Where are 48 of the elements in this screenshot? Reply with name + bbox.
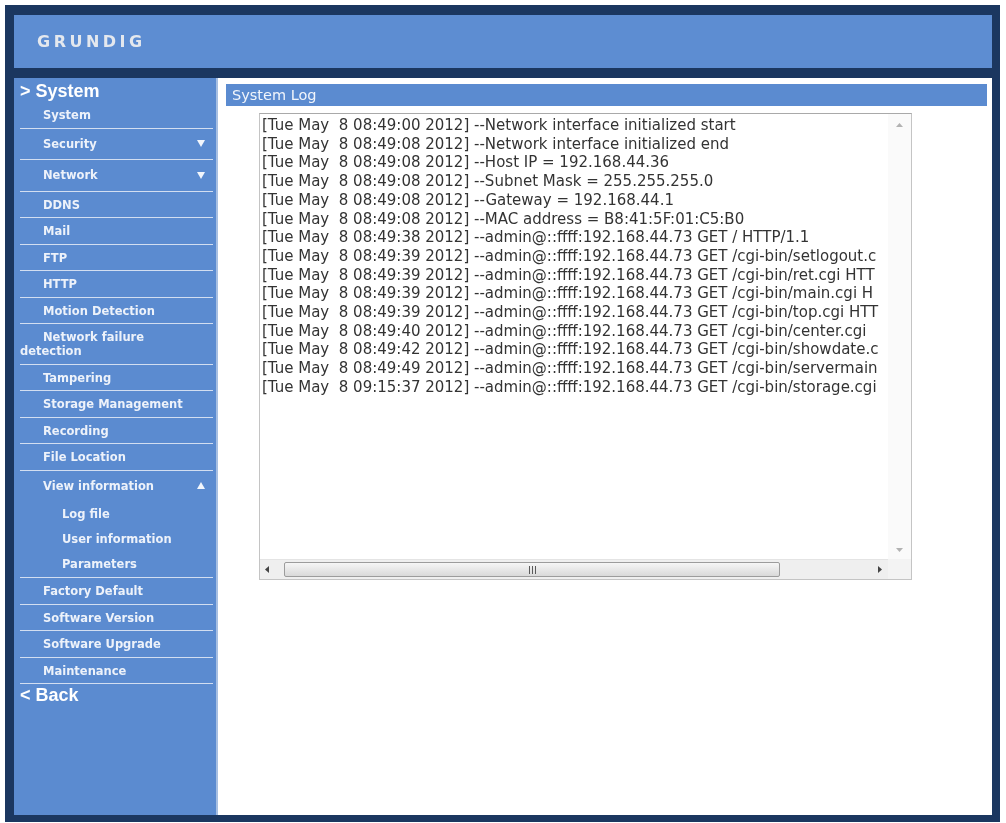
sidebar-item[interactable]: FTP — [20, 244, 213, 270]
sidebar-item[interactable]: Network — [20, 160, 213, 191]
sidebar-subitem[interactable]: User information — [20, 526, 213, 551]
sidebar-item[interactable]: Factory Default — [20, 578, 213, 604]
log-entry: [Tue May 8 08:49:08 2012] --Subnet Mask = 255.255.255.0 — [262, 172, 715, 191]
sidebar-item[interactable]: System — [20, 102, 213, 128]
vertical-scrollbar[interactable] — [888, 114, 911, 559]
sidebar-item[interactable]: Storage Management — [20, 391, 213, 417]
caret-down-icon[interactable] — [896, 548, 903, 552]
caret-right-icon[interactable] — [878, 566, 882, 573]
sidebar-item[interactable]: File Location — [20, 444, 213, 470]
log-entry: [Tue May 8 08:49:39 2012] --admin@::ffff:192.168.44.73 GET /cgi-bin/setlogout.c — [262, 246, 878, 266]
grip-icon — [528, 565, 536, 574]
sidebar-subitem[interactable]: Log file — [20, 501, 213, 526]
log-entry: [Tue May 8 08:49:39 2012] --admin@::ffff:192.168.44.73 GET /cgi-bin/top.cgi HTT — [262, 303, 880, 322]
sidebar-item[interactable]: Motion Detection — [20, 297, 213, 323]
sidebar-item[interactable]: Network failure detection — [20, 324, 213, 364]
log-entry: [Tue May 8 08:49:49 2012] --admin@::ffff:192.168.44.73 GET /cgi-bin/servermain — [262, 359, 879, 378]
panel-title: System Log — [226, 84, 987, 106]
caret-left-icon[interactable] — [265, 566, 269, 573]
sidebar-item[interactable]: View information — [20, 470, 213, 501]
sidebar-item[interactable]: Recording — [20, 417, 213, 443]
sidebar-item[interactable]: Software Upgrade — [20, 631, 213, 657]
log-entry: [Tue May 8 08:49:39 2012] --admin@::ffff:192.168.44.73 GET /cgi-bin/main.cgi H — [262, 284, 875, 304]
log-entry: [Tue May 8 08:49:08 2012] --Gateway = 192.168.44.1 — [262, 190, 675, 210]
sidebar-subitem[interactable]: Parameters — [20, 551, 213, 576]
log-entry: [Tue May 8 09:15:37 2012] --admin@::ffff:192.168.44.73 GET /cgi-bin/storage.cgi — [262, 377, 878, 397]
sidebar-item[interactable]: DDNS — [20, 191, 213, 217]
scrollbar-thumb[interactable] — [284, 562, 780, 577]
back-link[interactable]: < Back — [20, 684, 213, 706]
sidebar-item[interactable]: Security — [20, 128, 213, 159]
log-entry: [Tue May 8 08:49:39 2012] --admin@::ffff:192.168.44.73 GET /cgi-bin/ret.cgi HTT — [262, 265, 876, 285]
log-entry: [Tue May 8 08:49:08 2012] --Network interface initialized end — [262, 134, 730, 154]
log-entry: [Tue May 8 08:49:08 2012] --MAC address = B8:41:5F:01:C5:B0 — [262, 209, 746, 229]
log-entry: [Tue May 8 08:49:08 2012] --Host IP = 192.168.44.36 — [262, 153, 671, 173]
sidebar-item[interactable]: Maintenance — [20, 657, 213, 683]
sidebar-item[interactable]: Mail — [20, 218, 213, 244]
log-entry: [Tue May 8 08:49:38 2012] --admin@::ffff:192.168.44.73 GET / HTTP/1.1 — [262, 228, 811, 247]
log-entry: [Tue May 8 08:49:42 2012] --admin@::ffff:192.168.44.73 GET /cgi-bin/showdate.c — [262, 340, 880, 360]
log-entry: [Tue May 8 08:49:40 2012] --admin@::ffff:192.168.44.73 GET /cgi-bin/center.cgi — [262, 321, 868, 341]
logo: GRUNDIG — [37, 32, 146, 51]
section-link[interactable]: > System — [20, 78, 213, 102]
caret-up-icon[interactable] — [896, 123, 903, 127]
horizontal-scrollbar[interactable] — [260, 559, 888, 579]
log-entry: [Tue May 8 08:49:00 2012] --Network interface initialized start — [262, 116, 737, 135]
sidebar-item[interactable]: Software Version — [20, 604, 213, 630]
sidebar-item[interactable]: HTTP — [20, 271, 213, 297]
sidebar-item[interactable]: Tampering — [20, 364, 213, 390]
